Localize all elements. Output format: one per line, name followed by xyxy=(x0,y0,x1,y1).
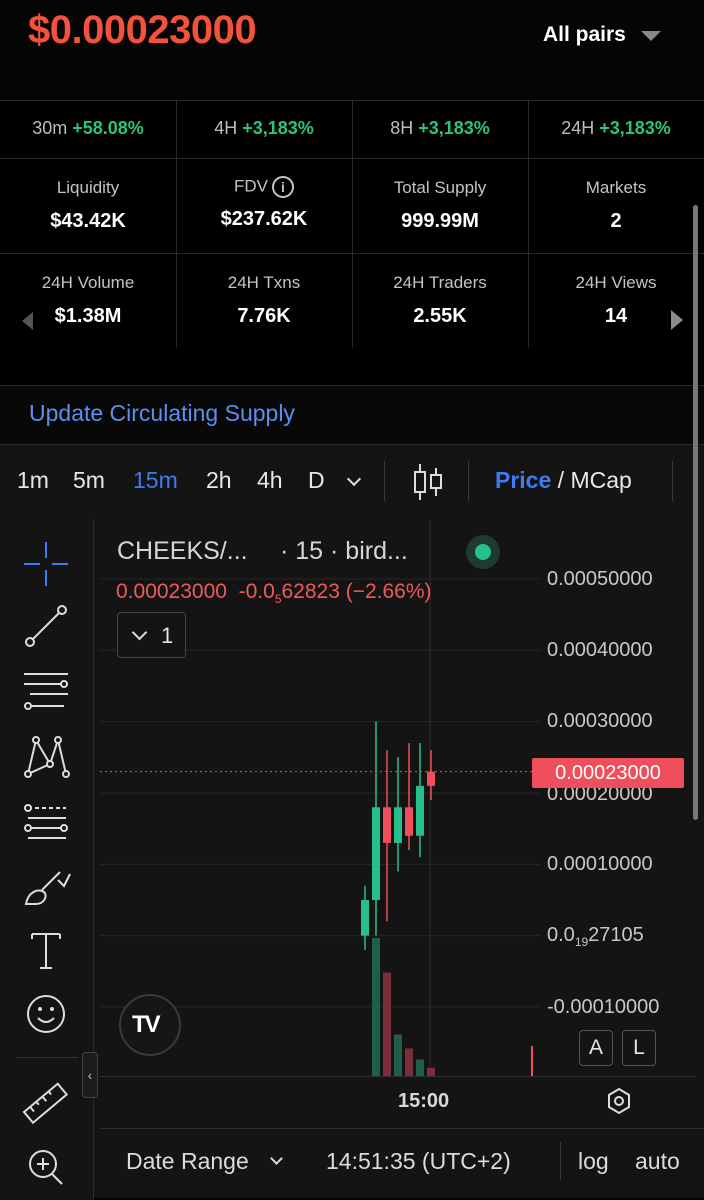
price-axis-label: 0.00050000 xyxy=(547,568,653,590)
change-8h: 8H +3,183% xyxy=(390,118,490,138)
info-icon[interactable]: i xyxy=(272,176,294,198)
toolbar-divider xyxy=(16,1057,78,1058)
stat-markets: Markets 2 xyxy=(585,178,647,232)
price-axis-label: 0.00010000 xyxy=(547,853,653,875)
scroll-right-icon[interactable] xyxy=(671,310,683,330)
candle-body xyxy=(405,807,413,836)
zoom-in-icon[interactable] xyxy=(20,1140,72,1192)
volume-bar xyxy=(394,1034,402,1076)
page-scrollbar[interactable] xyxy=(693,205,698,820)
price-axis-label: -0.00010000 xyxy=(547,996,660,1018)
timeframe-more-chevron-icon[interactable] xyxy=(346,471,362,487)
timeframe-5m[interactable]: 5m xyxy=(73,467,105,494)
emoji-icon[interactable] xyxy=(20,988,72,1040)
stat-total-supply: Total Supply 999.99M xyxy=(393,178,487,232)
stat-fdv: FDV i $237.62K xyxy=(220,176,308,230)
ruler-icon[interactable] xyxy=(20,1078,72,1130)
timeframe-4h[interactable]: 4h xyxy=(257,467,283,494)
stat-liquidity: Liquidity $43.42K xyxy=(50,178,126,232)
chart-interval-source: · 15 · bird... xyxy=(280,537,408,565)
volume-bar xyxy=(372,938,380,1076)
live-status-icon xyxy=(466,535,500,569)
candle-body xyxy=(427,771,435,786)
timeframe-2h[interactable]: 2h xyxy=(206,467,232,494)
price-axis-label: 0.01927105 xyxy=(547,924,644,949)
timeframe-15m[interactable]: 15m xyxy=(133,467,178,494)
price-axis-label: 0.00040000 xyxy=(547,639,653,661)
stat-24h-txns: 24H Txns 7.76K xyxy=(227,273,301,327)
candles xyxy=(361,721,435,950)
chart-toolbar: 1m 5m 15m 2h 4h D Price / MCap xyxy=(0,444,704,518)
trend-line-icon[interactable] xyxy=(20,600,72,652)
candle-body xyxy=(416,785,424,836)
pairs-selector[interactable]: All pairs xyxy=(543,23,626,47)
volume-bar xyxy=(416,1059,424,1076)
update-circulating-supply-link[interactable]: Update Circulating Supply xyxy=(29,400,295,427)
log-scale-button[interactable]: L xyxy=(622,1030,656,1066)
date-range-button[interactable]: Date Range xyxy=(126,1148,249,1175)
price-mcap-toggle[interactable]: Price / MCap xyxy=(495,467,632,494)
tradingview-logo[interactable]: TV xyxy=(119,994,181,1056)
pattern-icon[interactable] xyxy=(20,730,72,782)
chevron-down-icon[interactable] xyxy=(641,31,661,41)
change-24h: 24H +3,183% xyxy=(561,118,671,138)
mcap-mode[interactable]: MCap xyxy=(570,467,631,493)
far-right-volume-bar xyxy=(531,1046,533,1076)
token-header: $0.00023000 All pairs xyxy=(0,0,704,100)
candle-body xyxy=(383,807,391,843)
timeframe-d[interactable]: D xyxy=(308,467,325,494)
volume-bar xyxy=(427,1067,435,1076)
indicator-toggle[interactable]: 1 xyxy=(117,612,186,658)
time-axis-label: 15:00 xyxy=(398,1090,450,1112)
bottom-bar-divider xyxy=(560,1142,561,1180)
update-supply-row: Update Circulating Supply xyxy=(0,386,704,444)
volume-bar xyxy=(405,1048,413,1076)
chevron-down-icon xyxy=(131,624,148,641)
brush-icon[interactable] xyxy=(20,860,72,912)
auto-toggle[interactable]: auto xyxy=(635,1148,680,1175)
projection-icon[interactable] xyxy=(20,796,72,848)
candlestick-type-icon[interactable] xyxy=(408,462,446,502)
text-icon[interactable] xyxy=(20,924,72,976)
change-30m: 30m +58.08% xyxy=(32,118,144,138)
last-price-tag: 0.00023000 xyxy=(532,758,684,788)
collapse-toolbar-chevron-icon[interactable]: ‹ xyxy=(82,1052,98,1098)
timeframe-1m[interactable]: 1m xyxy=(17,467,49,494)
candle-body xyxy=(361,900,369,936)
auto-scale-button[interactable]: A xyxy=(579,1030,613,1066)
fib-retracement-icon[interactable] xyxy=(20,664,72,716)
chart-settings-icon[interactable] xyxy=(604,1086,634,1116)
scroll-left-icon[interactable] xyxy=(22,312,33,330)
candle-body xyxy=(394,807,402,843)
stats-grid: 30m +58.08% 4H +3,183% 8H +3,183% 24H +3… xyxy=(0,100,704,386)
drawing-toolbar xyxy=(0,518,94,1200)
log-toggle[interactable]: log xyxy=(578,1148,609,1175)
chart-clock[interactable]: 14:51:35 (UTC+2) xyxy=(326,1148,511,1175)
current-price: $0.00023000 xyxy=(28,8,257,52)
price-mode-active[interactable]: Price xyxy=(495,467,551,493)
price-axis-label: 0.00030000 xyxy=(547,710,653,732)
ohlc-legend: 0.00023000 -0.0562823 (−2.66%) xyxy=(116,580,432,607)
candle-body xyxy=(372,807,380,900)
chart-symbol[interactable]: CHEEKS/... xyxy=(117,537,248,566)
change-4h: 4H +3,183% xyxy=(214,118,314,138)
crosshair-icon[interactable] xyxy=(20,538,72,590)
volume-bar xyxy=(383,972,391,1076)
stat-24h-traders: 24H Traders 2.55K xyxy=(393,273,487,327)
